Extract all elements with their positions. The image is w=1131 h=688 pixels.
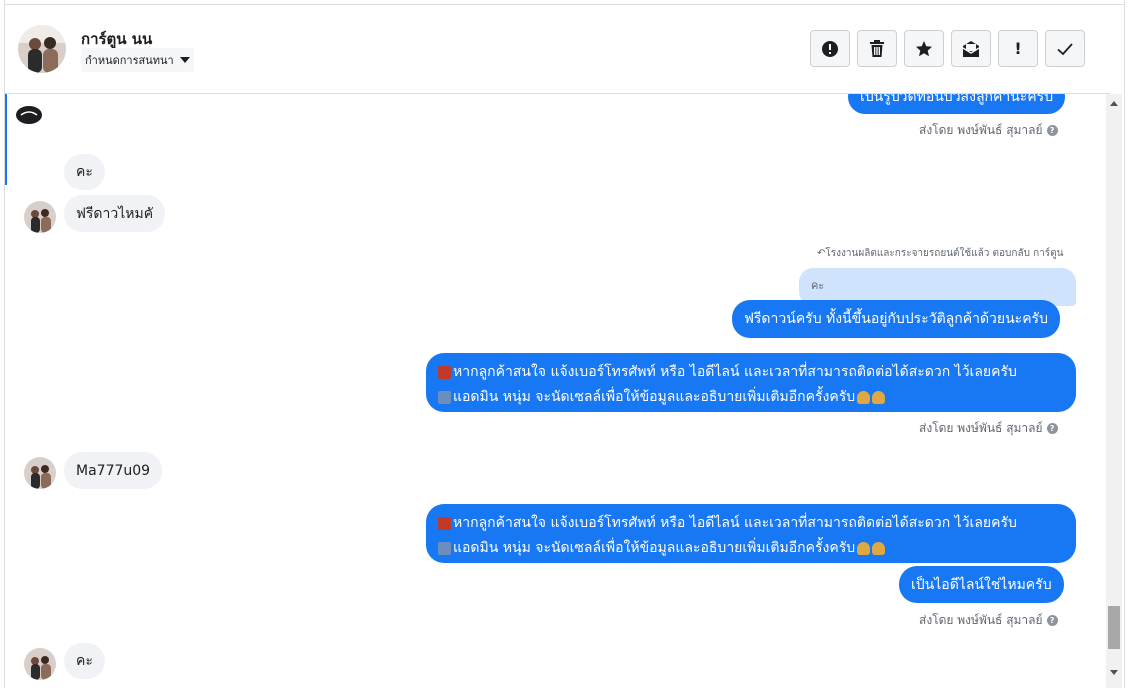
page-logo	[16, 106, 42, 124]
contact-avatar-small[interactable]	[24, 648, 56, 680]
exclamation-icon: !	[1014, 39, 1022, 58]
sent-by-text: ส่งโดย พงษ์พันธ์ สุมาลย์	[919, 123, 1043, 137]
people-emoji-icon	[438, 541, 451, 555]
message-text: แอดมิน หนุ่ม จะนัดเซลล์เพื่อให้ข้อมูลและ…	[453, 540, 856, 556]
message-text: หากลูกค้าสนใจ แจ้งเบอร์โทรศัพท์ หรือ ไอด…	[453, 515, 1017, 531]
move-to-inbox-button[interactable]	[951, 30, 991, 67]
reply-context-text: โรงงานผลิตและกระจายรถยนต์ใช้แล้ว ตอบกลับ…	[825, 248, 1064, 259]
sent-by-text: ส่งโดย พงษ์พันธ์ สุมาลย์	[919, 421, 1043, 435]
message-text: ฟรีดาวน์ครับ ทั้งนี้ขึ้นอยู่กับประวัติลู…	[744, 311, 1048, 327]
help-icon[interactable]: ?	[1046, 423, 1058, 434]
outgoing-message: หากลูกค้าสนใจ แจ้งเบอร์โทรศัพท์ หรือ ไอด…	[426, 504, 1076, 563]
sent-by-label: ส่งโดย พงษ์พันธ์ สุมาลย์ ?	[919, 121, 1058, 140]
scroll-thumb[interactable]	[1108, 606, 1120, 649]
mark-important-button[interactable]: !	[998, 30, 1038, 67]
sent-by-label: ส่งโดย พงษ์พันธ์ สุมาลย์ ?	[919, 611, 1058, 630]
star-icon	[916, 40, 932, 56]
thread-scrollbar[interactable]	[1106, 94, 1122, 688]
conversation-window: การ์ตูน นน กำหนดการสนทนา ! เป็นรูปวิดีทอ…	[4, 0, 1125, 688]
contact-avatar[interactable]	[18, 25, 66, 73]
incoming-message: Ma777u09	[64, 452, 163, 489]
message-text: ฟรีดาวไหมคั	[76, 205, 154, 222]
help-icon[interactable]: ?	[1046, 615, 1058, 626]
incoming-message: ฟรีดาวไหมคั	[64, 195, 166, 232]
mark-done-button[interactable]	[1045, 30, 1085, 67]
message-text: คะ	[76, 653, 93, 669]
message-text: เป็นรูปวิดีทอนบิวสิงลูกค้านะครับ	[860, 94, 1054, 105]
scroll-up-arrow-icon[interactable]	[1110, 101, 1118, 106]
star-button[interactable]	[904, 30, 944, 67]
incoming-message: คะ	[64, 154, 105, 190]
mark-spam-button[interactable]	[810, 30, 850, 67]
message-text: แอดมิน หนุ่ม จะนัดเซลล์เพื่อให้ข้อมูลและ…	[453, 389, 856, 405]
trash-icon	[870, 39, 884, 57]
message-text: คะ	[76, 164, 93, 180]
alert-circle-icon	[822, 40, 838, 57]
delete-button[interactable]	[857, 30, 897, 67]
outgoing-message: หากลูกค้าสนใจ แจ้งเบอร์โทรศัพท์ หรือ ไอด…	[426, 353, 1076, 412]
label-select-text: กำหนดการสนทนา	[85, 54, 174, 67]
pray-emoji-icon	[857, 390, 871, 404]
outgoing-message: ฟรีดาวน์ครับ ทั้งนี้ขึ้นอยู่กับประวัติลู…	[732, 300, 1060, 338]
conversation-header: การ์ตูน นน กำหนดการสนทนา !	[5, 5, 1110, 94]
conversation-label-dropdown[interactable]: กำหนดการสนทนา	[81, 48, 194, 72]
pray-emoji-icon	[857, 541, 871, 555]
message-text: หากลูกค้าสนใจ แจ้งเบอร์โทรศัพท์ หรือ ไอด…	[453, 364, 1017, 380]
caret-down-icon	[179, 57, 190, 63]
scroll-down-arrow-icon[interactable]	[1110, 670, 1118, 675]
quoted-text: คะ	[811, 279, 825, 292]
sent-by-label: ส่งโดย พงษ์พันธ์ สุมาลย์ ?	[919, 419, 1058, 438]
message-text: เป็นไอดีไลน์ใช่ไหมครับ	[911, 576, 1052, 593]
sent-by-text: ส่งโดย พงษ์พันธ์ สุมาลย์	[919, 613, 1043, 627]
telephone-emoji-icon	[438, 365, 451, 379]
header-actions: !	[810, 30, 1085, 67]
outgoing-message: เป็นไอดีไลน์ใช่ไหมครับ	[899, 566, 1064, 603]
envelope-icon	[962, 40, 980, 57]
incoming-message: คะ	[64, 643, 105, 679]
telephone-emoji-icon	[438, 516, 451, 530]
contact-avatar-small[interactable]	[24, 201, 56, 233]
contact-avatar-small[interactable]	[24, 457, 56, 489]
checkmark-icon	[1057, 42, 1073, 55]
message-thread: เป็นรูปวิดีทอนบิวสิงลูกค้านะครับ ส่งโดย …	[5, 94, 1108, 688]
outgoing-message: เป็นรูปวิดีทอนบิวสิงลูกค้านะครับ	[848, 94, 1066, 114]
message-text: Ma777u09	[76, 462, 151, 479]
reply-context: ↶โรงงานผลิตและกระจายรถยนต์ใช้แล้ว ตอบกลั…	[817, 246, 1064, 261]
people-emoji-icon	[438, 390, 451, 404]
pray-emoji-icon	[872, 541, 886, 555]
help-icon[interactable]: ?	[1046, 125, 1058, 136]
pray-emoji-icon	[872, 390, 886, 404]
